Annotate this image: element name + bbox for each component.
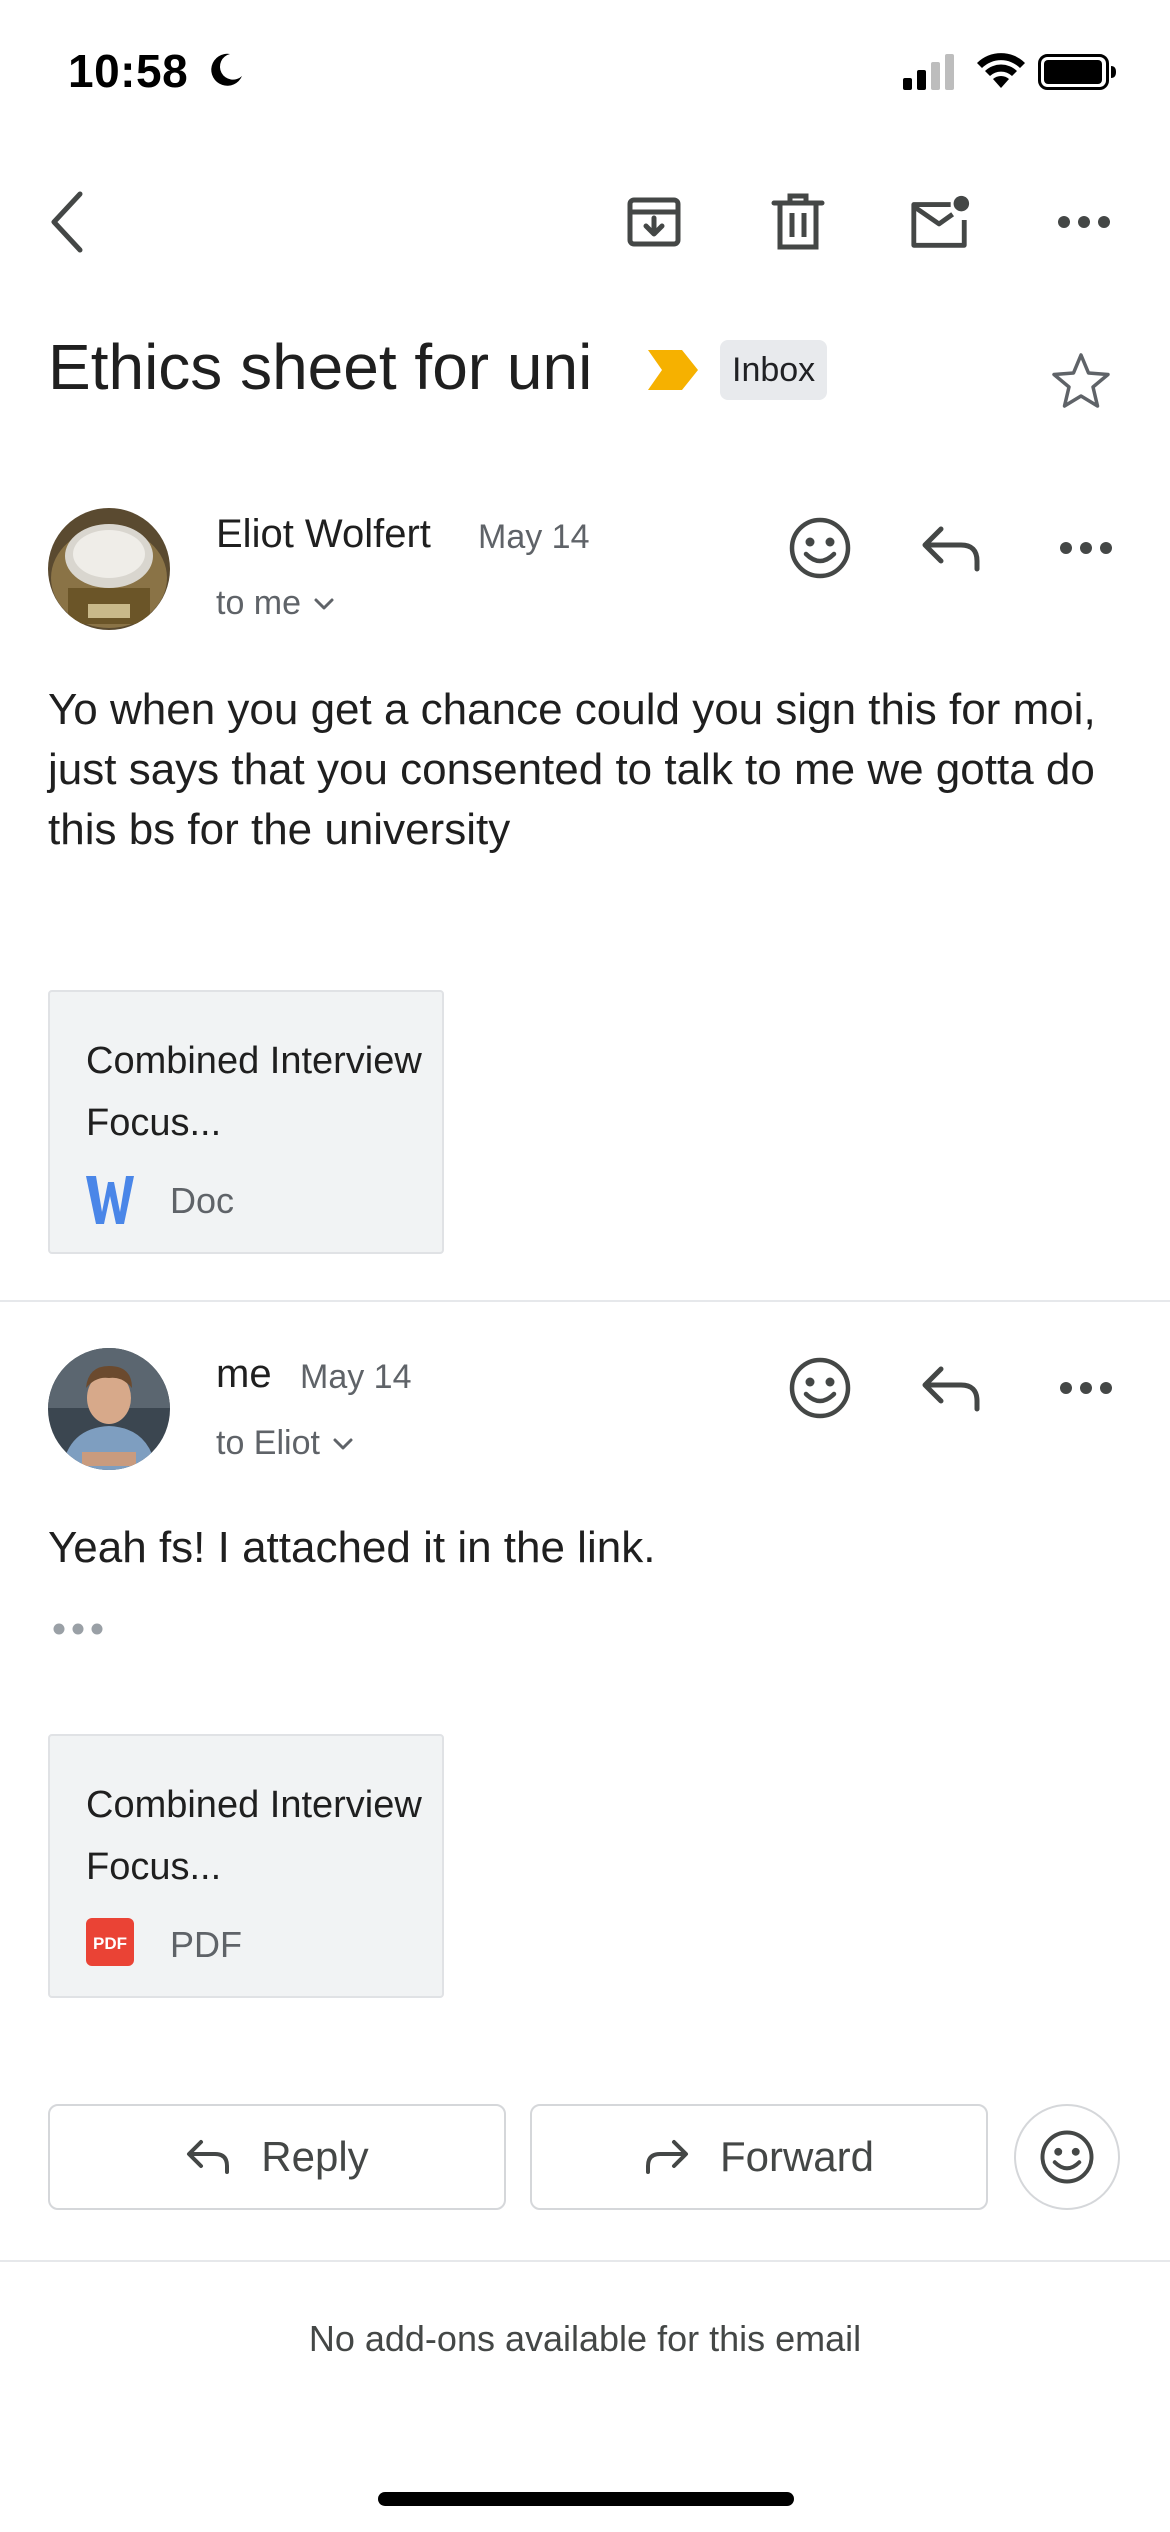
recipient-label: to me — [216, 584, 302, 622]
reply-action-button[interactable]: Reply — [48, 2104, 506, 2210]
forward-action-button[interactable]: Forward — [530, 2104, 988, 2210]
battery-icon — [1038, 54, 1118, 95]
reply-icon — [187, 2140, 230, 2174]
sender-name: Eliot Wolfert — [216, 512, 431, 556]
attachment-card[interactable]: Combined Interview Focus... Doc — [48, 990, 444, 1254]
wifi-icon — [975, 50, 1027, 95]
trash-icon — [771, 193, 825, 250]
recipient-details[interactable]: to me — [216, 584, 335, 623]
more-icon — [1060, 1382, 1112, 1394]
message-body: Yeah fs! I attached it in the link. — [48, 1523, 656, 1572]
moon-icon — [206, 50, 246, 95]
reply-button[interactable] — [914, 510, 990, 586]
forward-label: Forward — [719, 2133, 875, 2180]
message-divider — [0, 1300, 1170, 1302]
react-emoji-button[interactable] — [782, 510, 858, 586]
status-time: 10:58 — [68, 45, 189, 97]
message-more-button[interactable] — [1048, 1350, 1124, 1426]
reply-button[interactable] — [914, 1350, 990, 1426]
reply-label: Reply — [261, 2133, 369, 2180]
attachment-type: PDF — [170, 1924, 242, 1965]
emoji-icon — [789, 1357, 851, 1419]
mark-unread-button[interactable] — [908, 190, 972, 254]
star-button[interactable] — [1050, 352, 1112, 415]
attachment-type: Doc — [170, 1180, 235, 1221]
inbox-label-chip[interactable]: Inbox — [720, 340, 828, 400]
react-emoji-button[interactable] — [1014, 2104, 1120, 2210]
message-body: Yo when you get a chance could you sign … — [48, 685, 1096, 854]
more-icon — [1060, 542, 1112, 554]
chevron-down-icon — [333, 1438, 353, 1449]
emoji-icon — [1040, 2130, 1094, 2184]
attachment-name: Combined Interview Focus... — [86, 1040, 422, 1144]
more-icon — [53, 1623, 103, 1635]
back-icon — [51, 191, 83, 253]
more-icon — [1058, 216, 1110, 228]
email-subject: Ethics sheet for uni — [48, 331, 593, 403]
chevron-down-icon — [314, 598, 334, 609]
star-icon — [1052, 353, 1110, 408]
attachment-name: Combined Interview Focus... — [86, 1784, 422, 1888]
archive-icon — [627, 197, 681, 247]
reply-icon — [922, 1366, 980, 1412]
message-date: May 14 — [478, 518, 590, 556]
sender-avatar[interactable] — [48, 508, 170, 630]
show-trimmed-content-button[interactable] — [52, 1622, 104, 1641]
back-button[interactable] — [36, 190, 100, 254]
message-date: May 14 — [300, 1358, 412, 1396]
archive-button[interactable] — [622, 190, 686, 254]
sender-name: me — [216, 1352, 272, 1396]
home-indicator[interactable] — [378, 2492, 794, 2506]
word-doc-icon — [84, 1172, 136, 1233]
message-more-button[interactable] — [1048, 510, 1124, 586]
reply-icon — [922, 526, 980, 572]
emoji-icon — [789, 517, 851, 579]
react-emoji-button[interactable] — [782, 1350, 858, 1426]
mark-unread-icon — [911, 195, 970, 248]
important-marker-icon[interactable] — [646, 348, 700, 397]
more-options-button[interactable] — [1052, 190, 1116, 254]
forward-icon — [645, 2140, 688, 2174]
recipient-label: to Eliot — [216, 1424, 320, 1462]
footer-divider — [0, 2260, 1170, 2262]
svg-text:PDF: PDF — [93, 1934, 127, 1953]
attachment-card[interactable]: Combined Interview Focus... PDF PDF — [48, 1734, 444, 1998]
recipient-details[interactable]: to Eliot — [216, 1424, 354, 1463]
addons-message: No add-ons available for this email — [308, 2318, 862, 2359]
sender-avatar[interactable] — [48, 1348, 170, 1470]
pdf-icon: PDF — [84, 1916, 136, 1973]
cellular-signal-icon — [903, 54, 959, 95]
delete-button[interactable] — [766, 190, 830, 254]
